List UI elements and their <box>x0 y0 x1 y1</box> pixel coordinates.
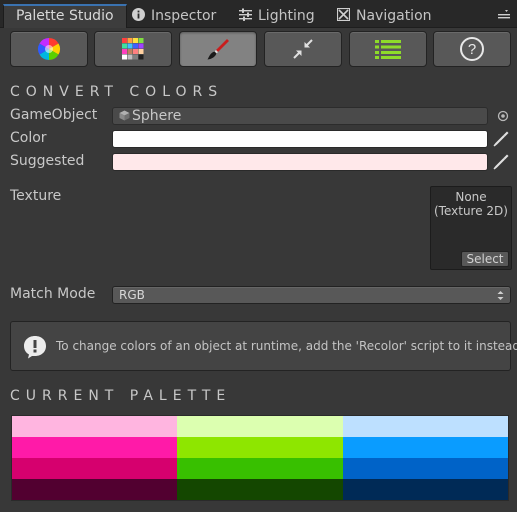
tab-lighting[interactable]: Lighting <box>239 4 315 28</box>
object-picker-icon[interactable] <box>497 110 509 122</box>
tab-bar: Palette Studio Inspector Lighting Naviga… <box>0 0 517 28</box>
toolbar: ? <box>0 31 517 67</box>
palette-swatch[interactable] <box>177 479 343 500</box>
palette-swatch[interactable] <box>177 458 343 479</box>
palette-swatch[interactable] <box>12 416 178 437</box>
paintbrush-button[interactable] <box>179 31 257 67</box>
palette-swatch[interactable] <box>342 479 508 500</box>
palette-swatches <box>11 415 509 501</box>
navigation-icon <box>337 8 350 21</box>
gameobject-label: GameObject <box>10 107 98 123</box>
palette-column <box>12 416 178 500</box>
palette-swatch[interactable] <box>342 416 508 437</box>
palette-swatch[interactable] <box>342 437 508 458</box>
sliders-icon <box>239 8 252 21</box>
texture-field[interactable]: None (Texture 2D) Select <box>430 186 512 270</box>
help-icon: ? <box>460 37 484 61</box>
info-bubble-icon <box>24 336 46 359</box>
current-palette-title: CURRENT PALETTE <box>10 388 232 404</box>
help-text: To change colors of an object at runtime… <box>56 339 517 353</box>
palette-column <box>177 416 343 500</box>
palette-swatch[interactable] <box>12 479 178 500</box>
gameobject-value: Sphere <box>132 108 182 124</box>
info-icon <box>132 8 145 21</box>
tab-label: Lighting <box>258 8 315 24</box>
palette-swatch[interactable] <box>12 458 178 479</box>
dropdown-arrows-icon <box>497 291 504 300</box>
eyedropper-icon[interactable] <box>492 130 510 148</box>
color-field[interactable] <box>112 130 488 148</box>
tab-palette-studio[interactable]: Palette Studio <box>3 4 127 28</box>
gameobject-field[interactable]: Sphere <box>112 107 488 125</box>
texture-select-button[interactable]: Select <box>461 251 509 267</box>
suggested-label: Suggested <box>10 153 85 169</box>
tab-navigation[interactable]: Navigation <box>337 4 432 28</box>
match-mode-dropdown[interactable]: RGB <box>112 286 511 304</box>
eyedropper-icon[interactable] <box>492 153 510 171</box>
color-label: Color <box>10 130 47 146</box>
palette-swatch[interactable] <box>342 458 508 479</box>
match-mode-label: Match Mode <box>10 286 96 302</box>
tab-label: Navigation <box>356 8 432 24</box>
palette-swatch[interactable] <box>177 437 343 458</box>
collapse-button[interactable] <box>264 31 342 67</box>
texture-label: Texture <box>10 188 62 204</box>
color-grid-icon <box>122 38 144 60</box>
texture-value: None (Texture 2D) <box>434 190 508 218</box>
palette-swatch[interactable] <box>12 437 178 458</box>
list-icon <box>375 40 401 59</box>
tab-inspector[interactable]: Inspector <box>132 4 216 28</box>
help-box: To change colors of an object at runtime… <box>10 321 517 371</box>
match-mode-value: RGB <box>119 288 145 302</box>
convert-colors-title: CONVERT COLORS <box>10 84 224 100</box>
cube-icon <box>119 110 130 121</box>
color-wheel-button[interactable] <box>10 31 88 67</box>
collapse-arrows-icon <box>293 39 313 59</box>
palette-swatch[interactable] <box>177 416 343 437</box>
help-glyph: ? <box>467 40 477 58</box>
tab-label: Palette Studio <box>16 8 114 24</box>
list-button[interactable] <box>349 31 427 67</box>
help-button[interactable]: ? <box>433 31 511 67</box>
color-grid-button[interactable] <box>94 31 172 67</box>
tab-menu-icon[interactable] <box>497 8 511 22</box>
paintbrush-icon <box>207 39 229 60</box>
tab-label: Inspector <box>151 8 217 24</box>
suggested-color-field[interactable] <box>112 153 488 171</box>
palette-column <box>342 416 508 500</box>
color-wheel-icon <box>38 38 60 60</box>
